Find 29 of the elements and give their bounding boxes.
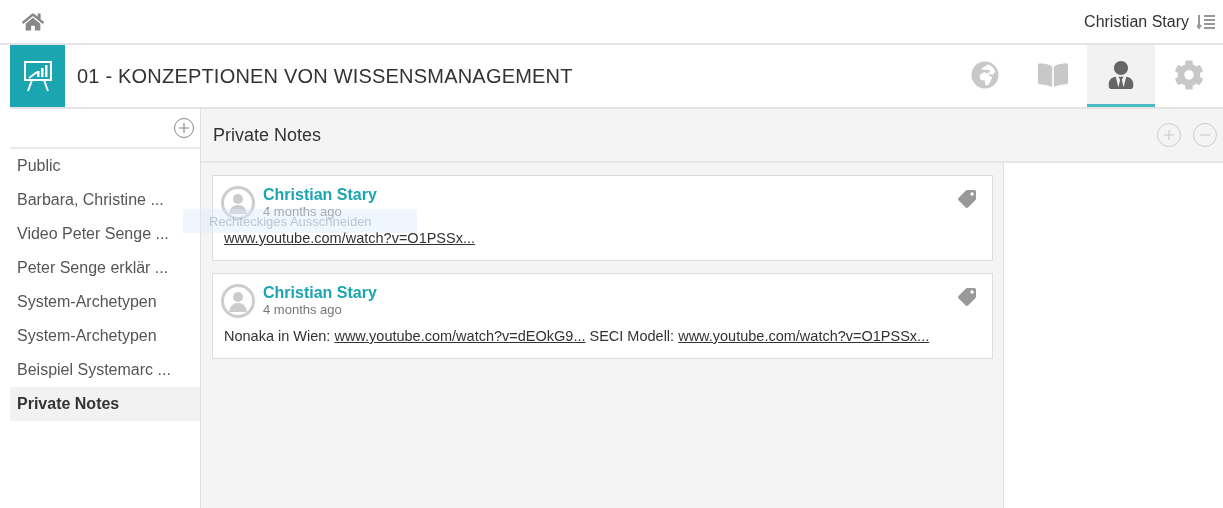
- sidebar-item[interactable]: Private Notes: [10, 387, 200, 421]
- avatar-icon: [221, 284, 255, 318]
- tag-icon[interactable]: [958, 190, 976, 208]
- note-text: Nonaka in Wien:: [224, 328, 331, 344]
- user-name[interactable]: Christian Stary: [1084, 12, 1189, 31]
- note-time: 4 months ago: [263, 204, 342, 219]
- plus-icon: [1163, 129, 1175, 141]
- panel-title: Private Notes: [213, 124, 322, 146]
- plus-icon: [178, 122, 190, 134]
- tag-icon[interactable]: [958, 288, 976, 306]
- list-icon[interactable]: [1197, 13, 1215, 30]
- sidebar-item[interactable]: Video Peter Senge ...: [10, 217, 200, 251]
- course-title: 01 - KONZEPTIONEN VON WISSENSMANAGEMENT: [77, 64, 574, 88]
- sidebar-item[interactable]: Barbara, Christine ...: [10, 183, 200, 217]
- note-time: 4 months ago: [263, 302, 343, 317]
- sidebar-item[interactable]: System-Archetypen: [10, 319, 200, 353]
- note-text: SECI Modell:: [589, 328, 675, 344]
- nav-tab[interactable]: [1087, 45, 1155, 107]
- settings-icon: [1174, 59, 1204, 90]
- presentation-icon: [22, 60, 53, 92]
- sidebar-item[interactable]: Peter Senge erklär ...: [10, 251, 200, 285]
- home-icon[interactable]: [22, 10, 44, 33]
- note-link[interactable]: www.youtube.com/watch?v=dEOkG9...: [334, 328, 586, 344]
- sidebar-item[interactable]: Beispiel Systemarc ...: [10, 353, 200, 387]
- sidebar-item[interactable]: Public: [10, 149, 200, 183]
- globe-icon: [971, 60, 999, 89]
- note-link[interactable]: www.youtube.com/watch?v=O1PSSx...: [224, 230, 476, 246]
- note-link[interactable]: www.youtube.com/watch?v=O1PSSx...: [678, 328, 930, 344]
- sidebar-item[interactable]: System-Archetypen: [10, 285, 200, 319]
